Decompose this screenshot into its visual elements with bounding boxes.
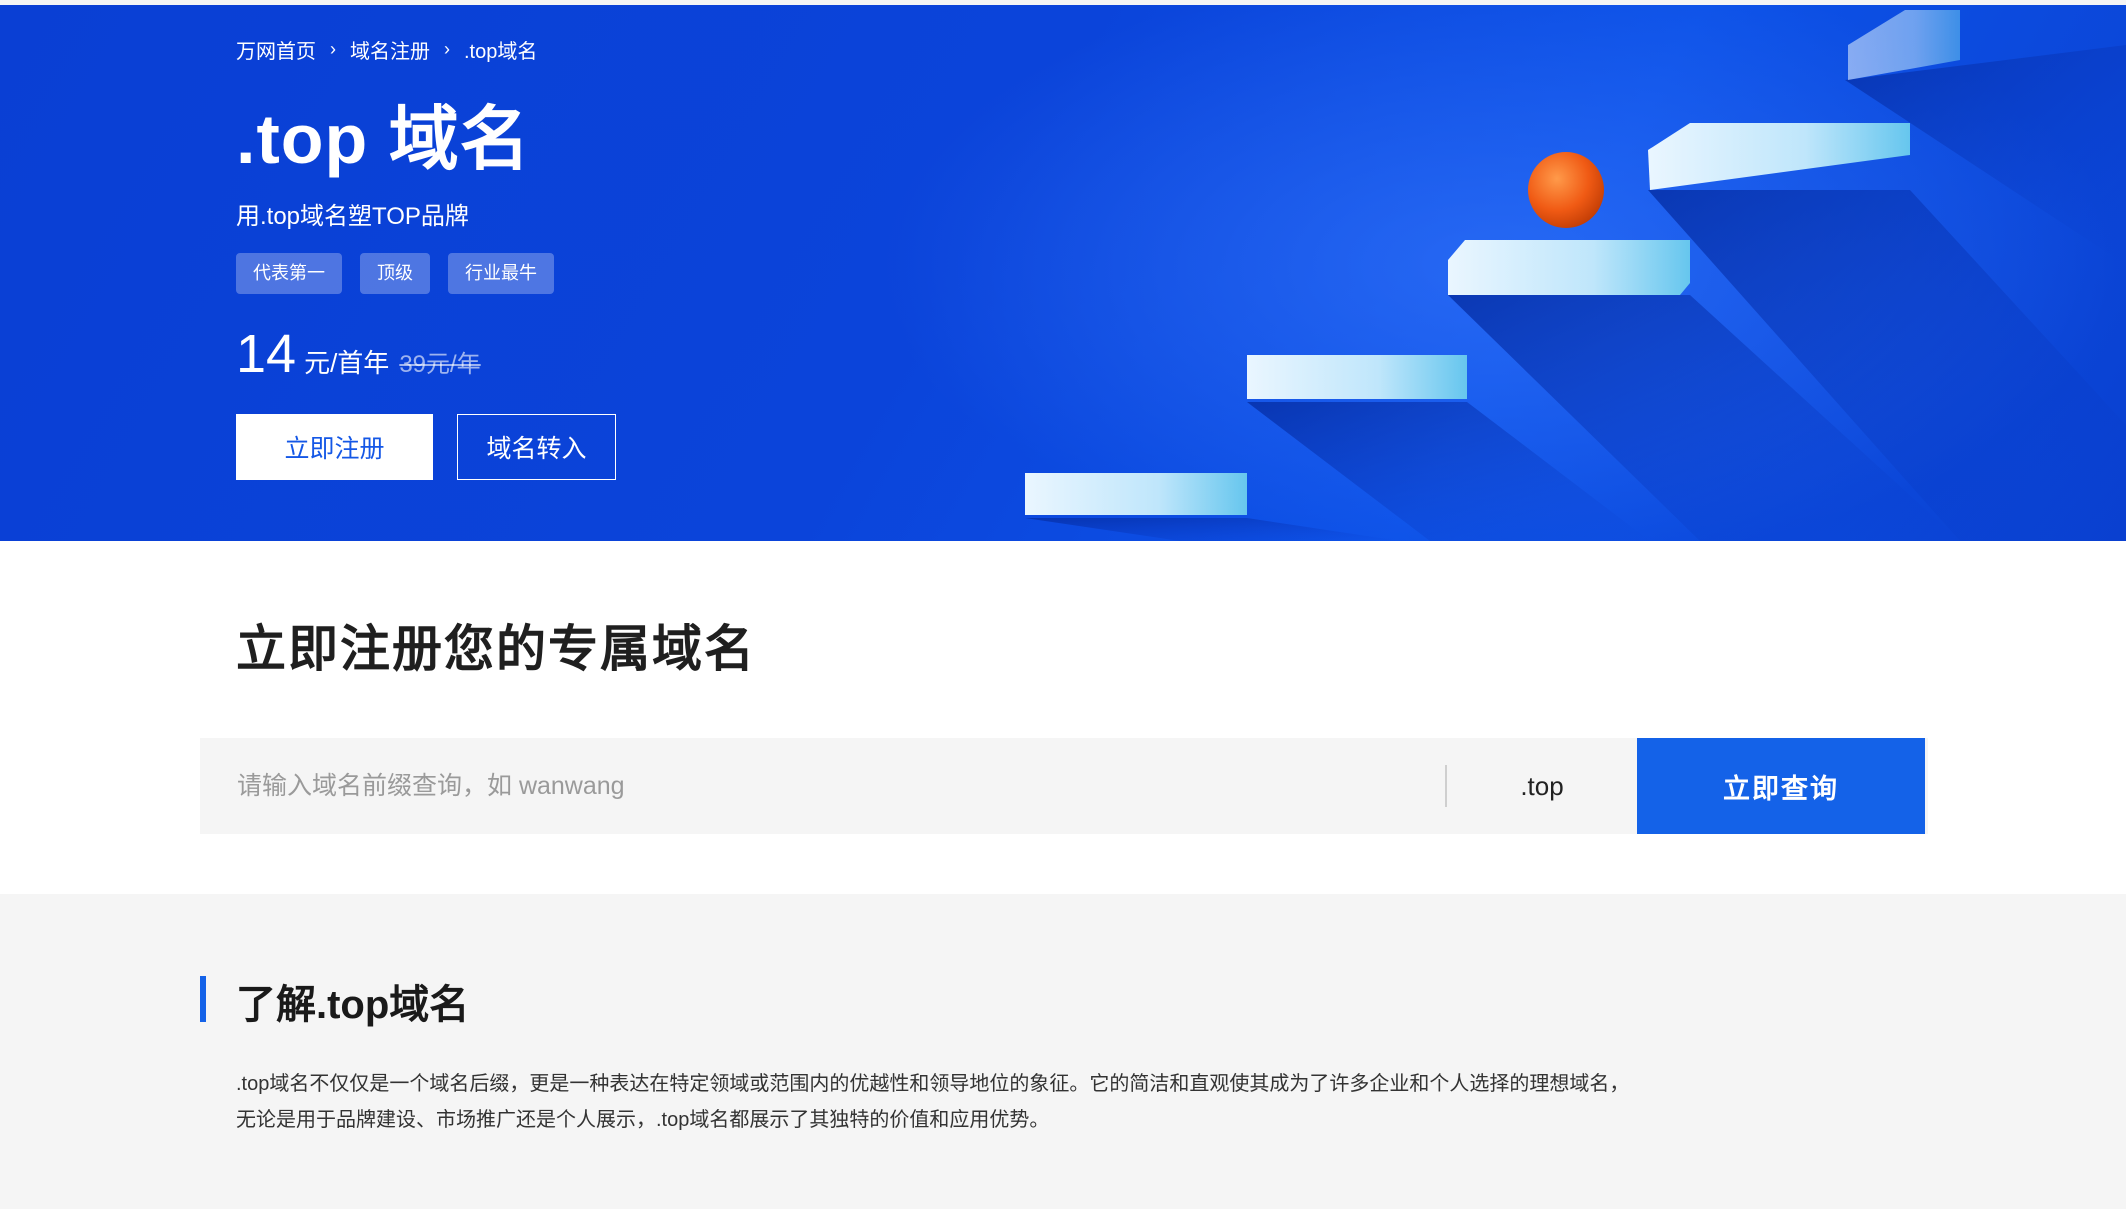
- feature-tags: 代表第一 顶级 行业最牛: [236, 253, 554, 294]
- about-description-line: 无论是用于品牌建设、市场推广还是个人展示，.top域名都展示了其独特的价值和应用…: [236, 1109, 1050, 1131]
- hero-content: 万网首页 › 域名注册 › .top域名 .top 域名 用.top域名塑TOP…: [236, 5, 1136, 541]
- step-block: [1448, 240, 1690, 295]
- about-description: .top域名不仅仅是一个域名后缀，更是一种表达在特定领域或范围内的优越性和领导地…: [236, 1066, 1736, 1138]
- registration-title: 立即注册您的专属域名: [236, 621, 756, 677]
- feature-tag: 顶级: [360, 253, 430, 294]
- domain-suffix-selector[interactable]: .top: [1447, 771, 1637, 802]
- chevron-right-icon: ›: [330, 39, 336, 59]
- about-title: 了解.top域名: [236, 983, 470, 1027]
- breadcrumb-domain-register-link[interactable]: 域名注册: [350, 35, 430, 64]
- domain-registration-section: 立即注册您的专属域名 .top 立即查询: [0, 541, 2126, 894]
- price-unit: 元/首年: [304, 348, 390, 378]
- breadcrumb-home-link[interactable]: 万网首页: [236, 35, 316, 64]
- page-title: .top 域名: [236, 100, 531, 178]
- feature-tag: 行业最牛: [448, 253, 554, 294]
- chevron-right-icon: ›: [444, 39, 450, 59]
- section-accent-bar: [200, 976, 206, 1022]
- breadcrumb: 万网首页 › 域名注册 › .top域名: [236, 35, 537, 64]
- hero-banner: 万网首页 › 域名注册 › .top域名 .top 域名 用.top域名塑TOP…: [0, 5, 2126, 541]
- feature-tag: 代表第一: [236, 253, 342, 294]
- about-section: 了解.top域名 .top域名不仅仅是一个域名后缀，更是一种表达在特定领域或范围…: [0, 894, 2126, 1209]
- register-now-button[interactable]: 立即注册: [236, 414, 433, 480]
- about-description-line: .top域名不仅仅是一个域名后缀，更是一种表达在特定领域或范围内的优越性和领导地…: [236, 1073, 1630, 1095]
- price-block: 14 元/首年 39元/年: [236, 323, 481, 385]
- domain-search-bar: .top 立即查询: [200, 738, 1928, 834]
- search-domain-button[interactable]: 立即查询: [1637, 738, 1925, 834]
- price-value: 14: [236, 324, 297, 384]
- domain-transfer-button[interactable]: 域名转入: [457, 414, 616, 480]
- domain-search-input[interactable]: [200, 738, 1445, 834]
- breadcrumb-current: .top域名: [464, 41, 538, 63]
- original-price: 39元/年: [399, 351, 481, 378]
- hero-subtitle: 用.top域名塑TOP品牌: [236, 203, 469, 230]
- hero-actions: 立即注册 域名转入: [236, 414, 616, 480]
- orange-ball: [1528, 152, 1604, 228]
- step-block: [1247, 355, 1467, 399]
